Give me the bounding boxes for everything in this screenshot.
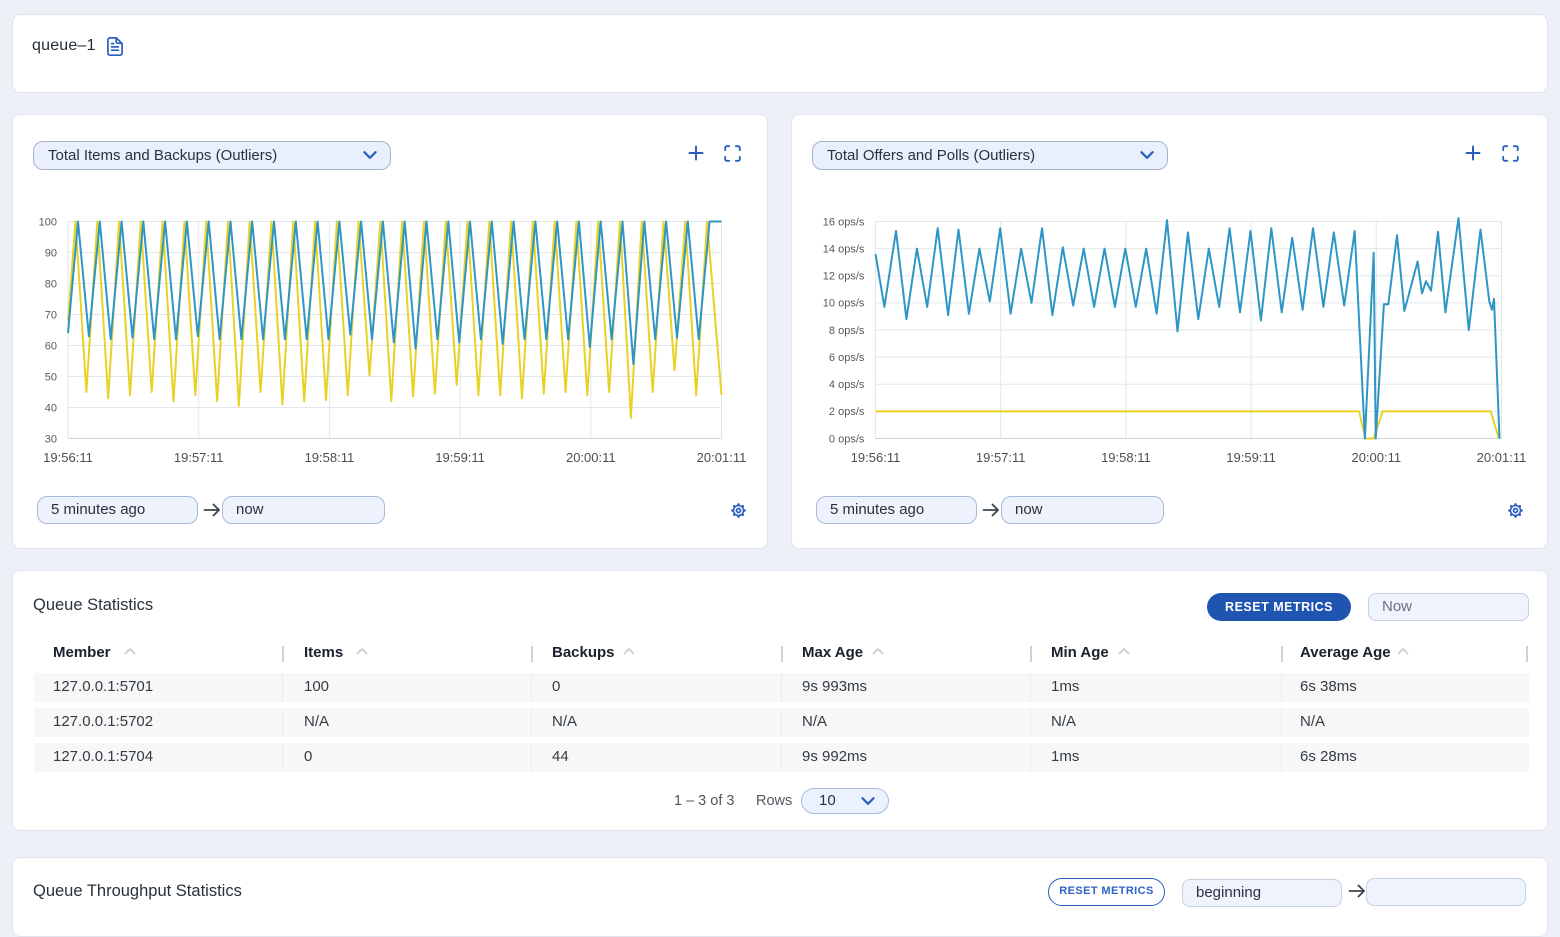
svg-text:100: 100	[39, 216, 57, 228]
svg-text:8 ops/s: 8 ops/s	[829, 325, 865, 337]
svg-text:20:01:11: 20:01:11	[697, 450, 747, 465]
svg-text:19:56:11: 19:56:11	[851, 450, 901, 465]
svg-text:30: 30	[45, 433, 57, 445]
svg-text:0 ops/s: 0 ops/s	[829, 433, 865, 445]
svg-text:20:00:11: 20:00:11	[1351, 450, 1401, 465]
svg-text:12 ops/s: 12 ops/s	[823, 271, 865, 283]
svg-text:19:56:11: 19:56:11	[43, 450, 93, 465]
svg-text:14 ops/s: 14 ops/s	[823, 243, 865, 255]
svg-text:20:00:11: 20:00:11	[566, 450, 616, 465]
svg-text:19:58:11: 19:58:11	[305, 450, 355, 465]
svg-text:80: 80	[45, 278, 57, 290]
svg-text:16 ops/s: 16 ops/s	[823, 216, 865, 228]
svg-text:70: 70	[45, 309, 57, 321]
svg-text:19:59:11: 19:59:11	[435, 450, 485, 465]
svg-text:60: 60	[45, 340, 57, 352]
svg-text:90: 90	[45, 247, 57, 259]
svg-text:19:57:11: 19:57:11	[174, 450, 224, 465]
svg-text:6 ops/s: 6 ops/s	[829, 352, 865, 364]
svg-text:2 ops/s: 2 ops/s	[829, 406, 865, 418]
svg-text:19:58:11: 19:58:11	[1101, 450, 1151, 465]
svg-text:20:01:11: 20:01:11	[1477, 450, 1527, 465]
svg-text:4 ops/s: 4 ops/s	[829, 379, 865, 391]
svg-text:50: 50	[45, 371, 57, 383]
svg-text:40: 40	[45, 402, 57, 414]
svg-text:19:57:11: 19:57:11	[976, 450, 1026, 465]
svg-text:19:59:11: 19:59:11	[1226, 450, 1276, 465]
svg-text:10 ops/s: 10 ops/s	[823, 298, 865, 310]
